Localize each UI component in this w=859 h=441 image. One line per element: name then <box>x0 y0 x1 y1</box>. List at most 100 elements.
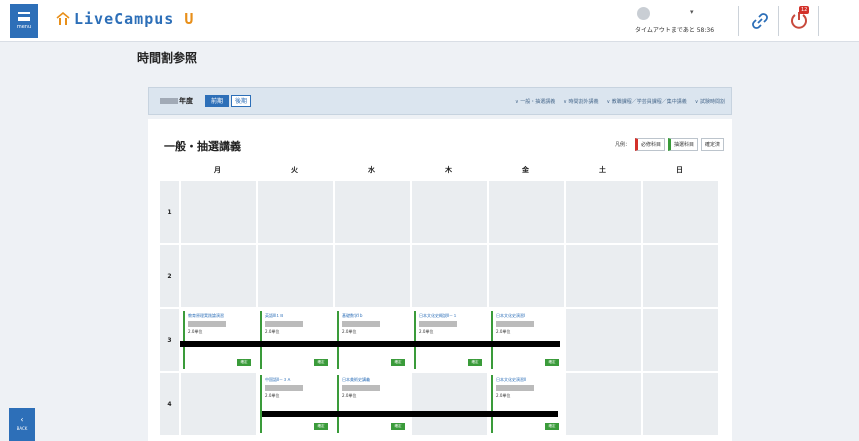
legend-selected: 抽選科目 <box>667 138 698 151</box>
instructor-redacted <box>265 385 303 391</box>
timetable-cell[interactable] <box>641 373 718 435</box>
timetable-cell[interactable] <box>179 245 256 307</box>
menu-label: menu <box>16 24 32 30</box>
menu-button[interactable]: menu <box>10 4 38 38</box>
class-name-link[interactable]: 基礎数学Ⅰｂ <box>342 313 405 319</box>
legend: 凡例： 必修科目 抽選科目 確定済 <box>615 138 724 151</box>
confirmed-badge: 確定 <box>391 423 405 430</box>
timetable-cell[interactable] <box>256 181 333 243</box>
instructor-redacted <box>419 321 457 327</box>
class-name-link[interactable]: 教育原理実践論演習 <box>188 313 251 319</box>
timetable-cell[interactable] <box>564 181 641 243</box>
timetable-cell: 日本文化史概説Ⅱ－１ 2.0単位 確定 <box>410 309 487 371</box>
campus-logo-icon <box>56 12 70 25</box>
timetable-cell[interactable] <box>179 181 256 243</box>
class-entry[interactable]: 日本文化史演習Ⅰ 2.0単位 確定 <box>491 311 562 369</box>
day-tue: 火 <box>291 166 298 174</box>
class-entry[interactable]: 教育原理実践論演習 2.0単位 確定 <box>183 311 254 369</box>
timetable-grid: 月 火 水 木 金 土 日 1 2 3 教育原理実践論演習 2.0単位 確定 英語Ⅲ１Ｂ 2.… <box>160 162 718 435</box>
header-divider <box>818 6 819 36</box>
logo-suffix: U <box>184 10 195 28</box>
redaction-bar <box>180 341 560 347</box>
day-sun: 日 <box>676 166 683 174</box>
class-name-link[interactable]: 英語Ⅲ１Ｂ <box>265 313 328 319</box>
class-credits: 2.0単位 <box>265 393 280 398</box>
header-corner <box>160 162 179 179</box>
user-avatar[interactable] <box>637 7 650 20</box>
tab-first-term[interactable]: 前期 <box>205 95 229 107</box>
class-entry[interactable]: 英語Ⅲ１Ｂ 2.0単位確定 <box>260 311 331 369</box>
nav-link-exam[interactable]: ∨ 試験時間割 <box>695 98 725 105</box>
app-logo[interactable]: LiveCampus U <box>74 10 194 28</box>
header-divider <box>778 6 779 36</box>
instructor-redacted <box>265 321 303 327</box>
class-credits: 2.0単位 <box>342 329 357 334</box>
timetable-cell[interactable] <box>410 245 487 307</box>
class-entry[interactable]: 日本文化史概説Ⅱ－１ 2.0単位 確定 <box>414 311 485 369</box>
notification-badge: 12 <box>799 6 810 14</box>
link-icon[interactable] <box>750 11 770 31</box>
timetable-cell: 日本美術史講義 2.0単位 確定 <box>333 373 410 435</box>
period-row: 4 中国語Ⅱ－３Ａ 2.0単位 確定 日本美術史講義 2.0単位 確定 日本文化史演習Ⅱ 2.0… <box>160 373 718 435</box>
instructor-redacted <box>188 321 226 327</box>
class-name-link[interactable]: 日本文化史演習Ⅰ <box>496 313 559 319</box>
timetable-cell[interactable] <box>333 181 410 243</box>
nav-link-outside[interactable]: ∨ 時間割外講義 <box>563 98 598 105</box>
tab-second-term[interactable]: 後期 <box>231 95 251 107</box>
timetable-cell[interactable] <box>564 373 641 435</box>
back-button[interactable]: ‹ BACK <box>9 408 35 441</box>
user-name-redacted[interactable] <box>654 9 690 13</box>
period-number: 3 <box>160 309 179 371</box>
class-name-link[interactable]: 日本美術史講義 <box>342 377 405 383</box>
class-name-link[interactable]: 中国語Ⅱ－３Ａ <box>265 377 328 383</box>
confirmed-badge: 確定 <box>314 359 328 366</box>
hamburger-icon <box>18 12 30 21</box>
timetable-cell: 英語Ⅲ１Ｂ 2.0単位確定 <box>256 309 333 371</box>
back-arrow-icon: ‹ <box>20 415 24 424</box>
nav-link-teaching[interactable]: ∨ 教職課程／学芸員課程／集中講義 <box>606 98 686 105</box>
confirmed-badge: 確定 <box>391 359 405 366</box>
class-credits: 2.0単位 <box>496 393 511 398</box>
timetable-cell[interactable] <box>410 373 487 435</box>
timetable-cell[interactable] <box>256 245 333 307</box>
timetable-cell: 教育原理実践論演習 2.0単位 確定 <box>179 309 256 371</box>
period-row: 1 <box>160 181 718 243</box>
timetable-cell[interactable] <box>487 181 564 243</box>
timetable-cell[interactable] <box>333 245 410 307</box>
class-name-link[interactable]: 日本文化史演習Ⅱ <box>496 377 559 383</box>
instructor-redacted <box>496 385 534 391</box>
confirmed-badge: 確定 <box>545 359 559 366</box>
class-entry[interactable]: 日本文化史演習Ⅱ 2.0単位 確定 <box>491 375 562 433</box>
timetable-cell[interactable] <box>564 245 641 307</box>
legend-label: 凡例： <box>614 142 630 148</box>
timetable-cell[interactable] <box>410 181 487 243</box>
timetable-cell[interactable] <box>179 373 256 435</box>
class-credits: 2.0単位 <box>419 329 434 334</box>
user-menu-chevron-icon[interactable]: ▾ <box>690 8 694 16</box>
period-number: 2 <box>160 245 179 307</box>
nav-link-general[interactable]: ∨ 一般・抽選講義 <box>515 98 555 105</box>
timetable-cell[interactable] <box>641 245 718 307</box>
class-entry[interactable]: 日本美術史講義 2.0単位 確定 <box>337 375 408 433</box>
back-label: BACK <box>16 426 28 431</box>
timetable-cell[interactable] <box>641 181 718 243</box>
confirmed-badge: 確定 <box>314 423 328 430</box>
class-entry[interactable]: 基礎数学Ⅰｂ 2.0単位確定 <box>337 311 408 369</box>
legend-required: 必修科目 <box>634 138 665 151</box>
top-header: menu LiveCampus U ▾ タイムアウトまであと 58:36 12 <box>0 0 859 42</box>
period-number: 1 <box>160 181 179 243</box>
timetable-cell[interactable] <box>487 245 564 307</box>
class-credits: 2.0単位 <box>188 329 203 334</box>
timetable-cell: 日本文化史演習Ⅱ 2.0単位 確定 <box>487 373 564 435</box>
period-number: 4 <box>160 373 179 435</box>
period-row: 2 <box>160 245 718 307</box>
timetable-cell[interactable] <box>641 309 718 371</box>
day-header-row: 月 火 水 木 金 土 日 <box>160 162 718 179</box>
class-credits: 2.0単位 <box>265 329 280 334</box>
class-name-link[interactable]: 日本文化史概説Ⅱ－１ <box>419 313 482 319</box>
timetable-cell[interactable] <box>564 309 641 371</box>
logo-text: LiveCampus <box>74 10 175 28</box>
class-entry[interactable]: 中国語Ⅱ－３Ａ 2.0単位確定 <box>260 375 331 433</box>
section-title: 一般・抽選講義 <box>164 140 241 153</box>
timetable-cell: 日本文化史演習Ⅰ 2.0単位 確定 <box>487 309 564 371</box>
